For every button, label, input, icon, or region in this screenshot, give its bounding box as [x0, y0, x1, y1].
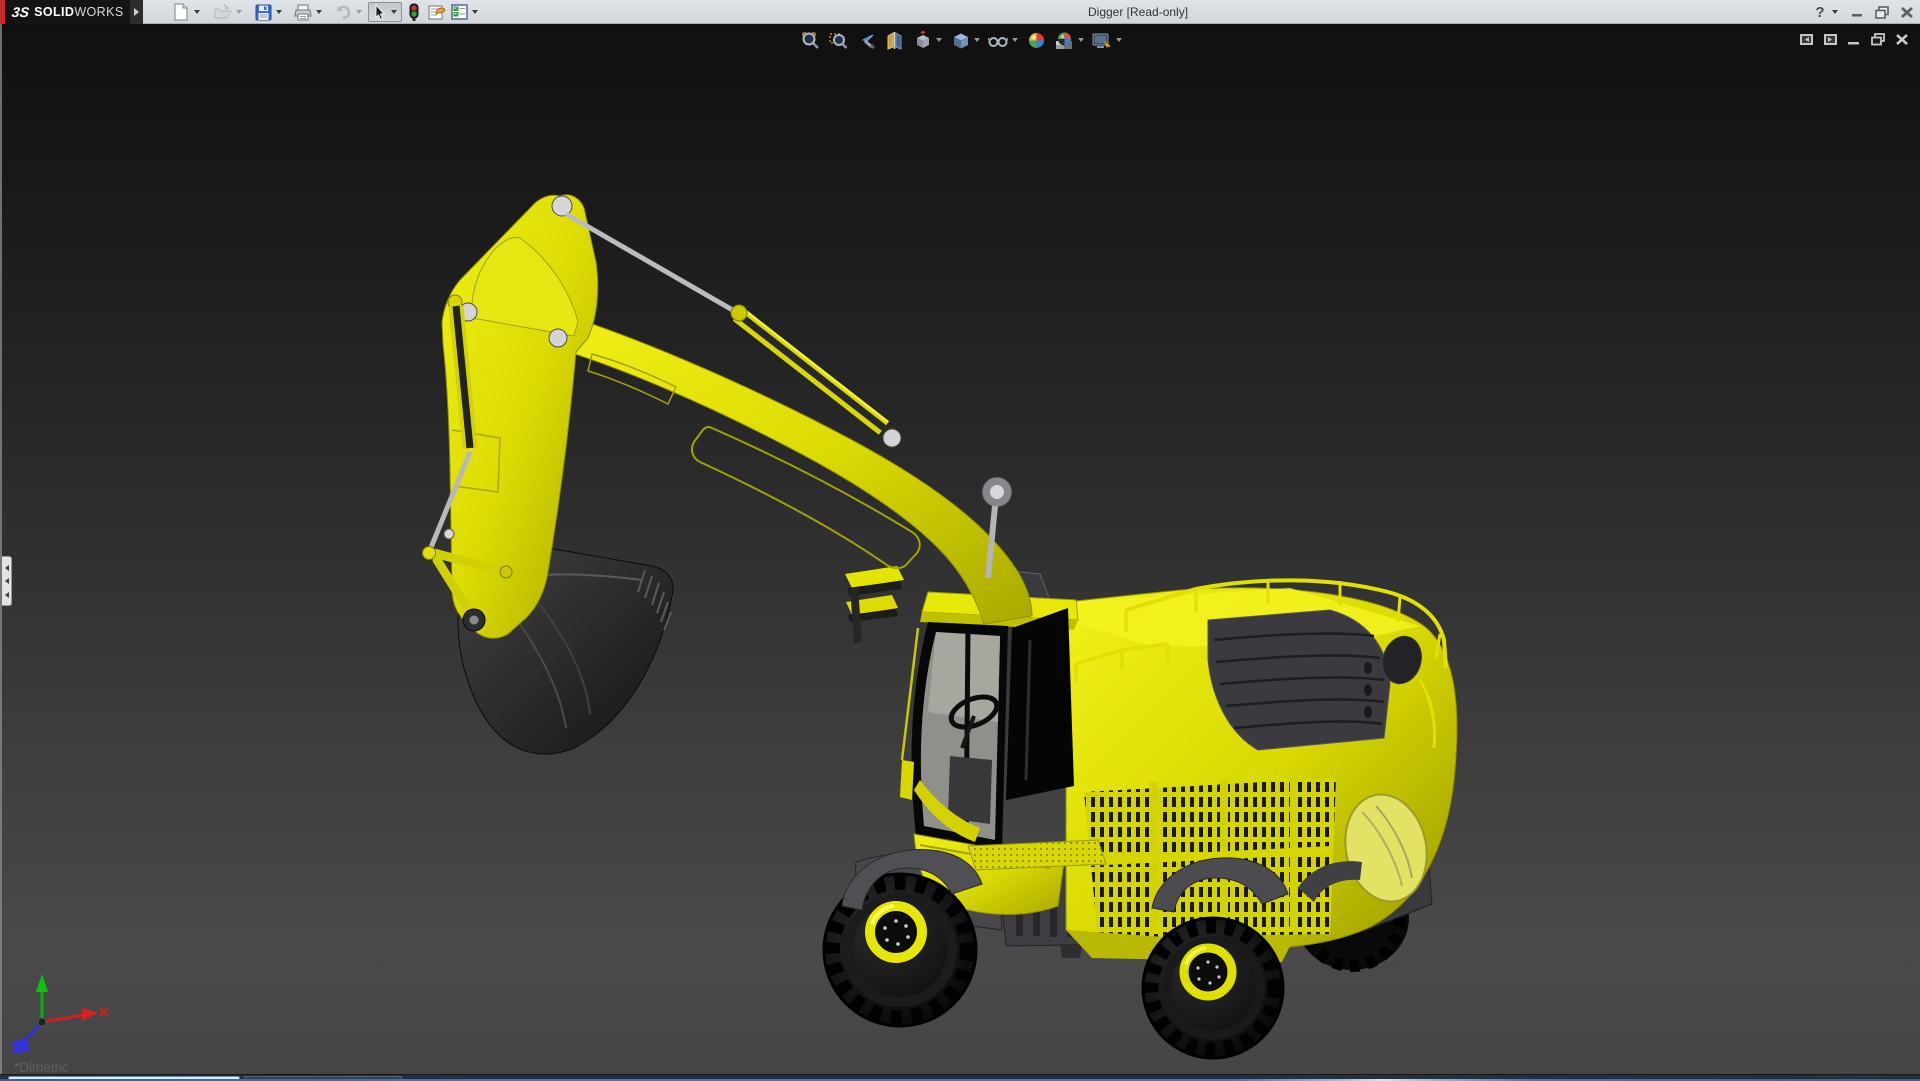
excavator-model[interactable] — [0, 0, 1920, 1080]
print-dropdown[interactable] — [314, 2, 324, 22]
apply-scene-icon[interactable] — [1052, 29, 1076, 51]
options-dropdown[interactable] — [470, 2, 480, 22]
close-button[interactable] — [1896, 0, 1918, 24]
engine-hood — [1208, 610, 1390, 750]
traffic-light-button[interactable] — [406, 2, 422, 22]
toolbar-expand-arrow[interactable] — [130, 0, 143, 24]
view-settings-dropdown[interactable] — [1114, 29, 1124, 51]
help-button[interactable]: ? — [1810, 0, 1830, 24]
pane-right-icon[interactable] — [1818, 29, 1842, 49]
heads-up-view-toolbar — [798, 28, 1124, 52]
document-minimize-icon[interactable] — [1842, 29, 1866, 49]
feature-pane-handle[interactable] — [2, 556, 12, 606]
logo-red-strip — [0, 0, 5, 24]
select-tool-button[interactable] — [368, 2, 402, 22]
print-button[interactable] — [292, 2, 314, 22]
window-title: Digger [Read-only] — [1088, 0, 1188, 24]
feature-pane-edge — [0, 24, 2, 1074]
undo-dropdown[interactable] — [354, 2, 364, 22]
apply-scene-dropdown[interactable] — [1076, 29, 1086, 51]
zoom-to-fit-icon[interactable] — [798, 29, 822, 51]
3ds-mark-icon: 3S — [11, 4, 30, 20]
previous-view-icon[interactable] — [854, 29, 878, 51]
display-style-icon[interactable] — [948, 29, 972, 51]
taskbar-cropped[interactable] — [0, 1074, 1920, 1080]
title-bar: 3S SOLIDWORKS Digger [Read-only] ? — [0, 0, 1920, 24]
help-dropdown[interactable] — [1830, 2, 1840, 22]
document-window-controls — [1794, 29, 1914, 49]
solidworks-logo: 3S SOLIDWORKS — [0, 0, 130, 24]
zoom-to-area-icon[interactable] — [826, 29, 850, 51]
edit-appearance-icon[interactable] — [1024, 29, 1048, 51]
hide-show-items-dropdown[interactable] — [1010, 29, 1020, 51]
display-style-dropdown[interactable] — [972, 29, 982, 51]
view-orientation-icon[interactable] — [910, 29, 934, 51]
pane-left-icon[interactable] — [1794, 29, 1818, 49]
document-restore-icon[interactable] — [1866, 29, 1890, 49]
comment-button[interactable] — [426, 2, 448, 22]
orientation-label: *Dimetric — [14, 1060, 69, 1075]
undo-button[interactable] — [332, 2, 354, 22]
graphics-viewport[interactable]: *Dimetric — [0, 24, 1920, 1074]
save-dropdown[interactable] — [274, 2, 284, 22]
document-close-icon[interactable] — [1890, 29, 1914, 49]
view-orientation-dropdown[interactable] — [934, 29, 944, 51]
body-housing — [1066, 580, 1457, 962]
options-button[interactable] — [448, 2, 470, 22]
rear-wheel — [1143, 918, 1283, 1058]
select-dropdown[interactable] — [391, 10, 397, 14]
section-view-icon[interactable] — [882, 29, 906, 51]
new-button[interactable] — [170, 2, 192, 22]
view-settings-icon[interactable] — [1090, 29, 1114, 51]
minimize-button[interactable] — [1846, 0, 1868, 24]
open-button[interactable] — [212, 2, 234, 22]
open-dropdown[interactable] — [234, 2, 244, 22]
orientation-triad — [12, 974, 108, 1054]
hide-show-items-icon[interactable] — [986, 29, 1010, 51]
restore-button[interactable] — [1870, 0, 1894, 24]
save-button[interactable] — [252, 2, 274, 22]
new-dropdown[interactable] — [192, 2, 202, 22]
